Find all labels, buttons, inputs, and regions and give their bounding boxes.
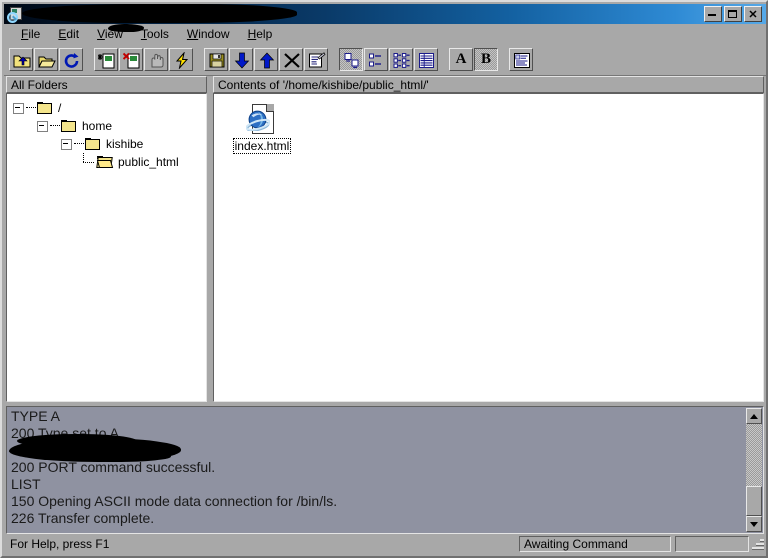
- status-extra-text: [675, 536, 749, 552]
- tree-node-label: kishibe: [106, 137, 144, 151]
- menu-window-label: indow: [198, 27, 230, 41]
- upload-button[interactable]: [254, 48, 278, 71]
- folder-tree: / home kishibe public_html: [7, 94, 206, 171]
- log-vertical-scrollbar[interactable]: [746, 408, 762, 532]
- log-group: [509, 48, 534, 71]
- maximize-button[interactable]: [724, 6, 742, 22]
- file-actions-group: [94, 48, 194, 71]
- navigation-group: [9, 48, 84, 71]
- left-pane-header: All Folders: [6, 76, 207, 93]
- menu-help[interactable]: Help: [239, 25, 282, 43]
- close-button[interactable]: ✕: [744, 6, 762, 22]
- tree-node-root[interactable]: /: [13, 99, 206, 117]
- file-list: index.html: [214, 94, 763, 154]
- tree-node-home[interactable]: home: [13, 117, 206, 135]
- menu-window[interactable]: Window: [178, 25, 239, 43]
- view-details-button[interactable]: [414, 48, 438, 71]
- right-pane-header: Contents of '/home/kishibe/public_html/': [213, 76, 764, 93]
- collapse-icon[interactable]: [37, 120, 48, 132]
- ascii-mode-button[interactable]: A: [449, 48, 473, 71]
- view-list-button[interactable]: [389, 48, 413, 71]
- edit-properties-button[interactable]: [304, 48, 328, 71]
- status-help-text: For Help, press F1: [10, 537, 110, 551]
- title-redaction-overlay: [22, 4, 297, 23]
- save-button[interactable]: [204, 48, 228, 71]
- menu-file-label: ile: [28, 27, 41, 41]
- permissions-button[interactable]: [144, 48, 168, 71]
- refresh-button[interactable]: [59, 48, 83, 71]
- menu-edit[interactable]: Edit: [49, 25, 88, 43]
- view-large-icons-button[interactable]: [339, 48, 363, 71]
- tree-node-label: public_html: [118, 155, 179, 169]
- title-bar[interactable]: ✕: [4, 4, 766, 24]
- resize-grip[interactable]: [751, 537, 765, 551]
- tree-node-kishibe[interactable]: kishibe: [13, 135, 206, 153]
- tree-connector: [74, 143, 84, 145]
- up-one-level-button[interactable]: [9, 48, 33, 71]
- log-text: TYPE A 200 Type set to A. 200 PORT comma…: [11, 408, 338, 526]
- binary-mode-label: B: [480, 51, 491, 67]
- application-window: ✕ File Edit View Tools Window Help A B A…: [0, 0, 768, 558]
- log-redaction-overlay: [9, 434, 181, 462]
- open-folder-button[interactable]: [34, 48, 58, 71]
- transfer-log-pane[interactable]: TYPE A 200 Type set to A. 200 PORT comma…: [6, 406, 764, 534]
- execute-button[interactable]: [169, 48, 193, 71]
- transfer-group: [204, 48, 329, 71]
- tree-node-label: /: [58, 101, 62, 115]
- status-bar: For Help, press F1 Awaiting Command: [4, 534, 766, 554]
- file-item-label: index.html: [232, 138, 292, 154]
- scroll-thumb[interactable]: [746, 486, 762, 516]
- status-state-text: Awaiting Command: [519, 536, 671, 552]
- scroll-down-button[interactable]: [746, 516, 762, 532]
- folder-icon: [37, 101, 53, 115]
- tree-connector: [79, 153, 97, 171]
- folder-tree-pane[interactable]: / home kishibe public_html: [6, 93, 207, 402]
- tree-node-public-html[interactable]: public_html: [13, 153, 206, 171]
- download-button[interactable]: [229, 48, 253, 71]
- menu-redaction-overlay: [108, 24, 144, 32]
- binary-mode-button[interactable]: B: [474, 48, 498, 71]
- delete-file-button[interactable]: [119, 48, 143, 71]
- menu-bar: File Edit View Tools Window Help: [4, 24, 766, 44]
- window-controls: ✕: [704, 6, 762, 22]
- menu-help-label: elp: [256, 27, 273, 41]
- open-folder-icon: [96, 155, 114, 169]
- tree-node-label: home: [82, 119, 113, 133]
- ftp-server-search-icon: [7, 6, 23, 23]
- view-small-icons-button[interactable]: [364, 48, 388, 71]
- scroll-up-button[interactable]: [746, 408, 762, 424]
- menu-edit-label: dit: [66, 27, 80, 41]
- tree-connector: [50, 125, 60, 127]
- internet-explorer-document-icon: [246, 104, 278, 136]
- menu-file[interactable]: File: [12, 25, 49, 43]
- menu-tools-label: ools: [146, 27, 169, 41]
- file-list-pane[interactable]: index.html: [213, 93, 764, 402]
- scroll-track[interactable]: [746, 424, 762, 516]
- toolbar: A B: [4, 44, 766, 76]
- show-log-button[interactable]: [509, 48, 533, 71]
- folder-icon: [85, 137, 101, 151]
- ascii-mode-label: A: [455, 51, 467, 67]
- transfer-mode-group: A B: [449, 48, 499, 71]
- minimize-button[interactable]: [704, 6, 722, 22]
- abort-button[interactable]: [279, 48, 303, 71]
- collapse-icon[interactable]: [61, 138, 72, 150]
- file-item-index-html[interactable]: index.html: [226, 100, 298, 154]
- folder-icon: [61, 119, 77, 133]
- new-file-button[interactable]: [94, 48, 118, 71]
- collapse-icon[interactable]: [13, 102, 24, 114]
- tree-connector: [26, 107, 36, 109]
- view-mode-group: [339, 48, 439, 71]
